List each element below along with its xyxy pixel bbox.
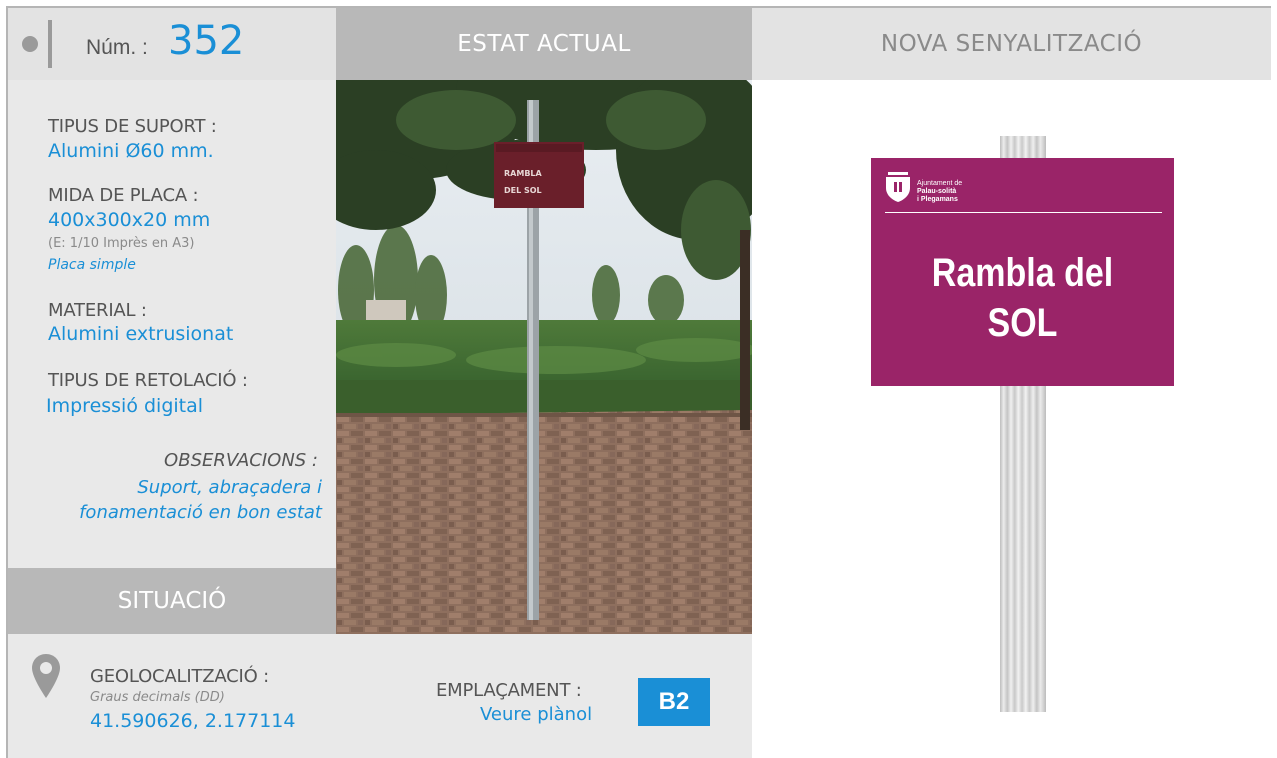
geolocation-format: Graus decimals (DD) [90, 690, 225, 705]
placement-map-link[interactable]: Veure plànol [480, 704, 592, 725]
current-state-header: ESTAT ACTUAL [336, 8, 752, 80]
new-sign-plate: Ajuntament de Palau-solità i Plegamans R… [871, 158, 1174, 386]
placement-label: EMPLAÇAMENT : [436, 680, 582, 701]
plate-divider [885, 212, 1162, 213]
new-sign-area: Ajuntament de Palau-solità i Plegamans R… [752, 80, 1271, 758]
location-bar: GEOLOCALITZACIÓ : Graus decimals (DD) 41… [8, 634, 752, 758]
bullet-dot-icon [22, 36, 38, 52]
divider-bar [48, 20, 52, 68]
new-signage-header: NOVA SENYALITZACIÓ [752, 8, 1271, 80]
specs-panel: TIPUS DE SUPORT : Alumini Ø60 mm. MIDA D… [8, 80, 336, 568]
number-label: Núm. : [86, 36, 148, 59]
plate-size-value: 400x300x20 mm [48, 209, 211, 231]
material-value: Alumini extrusionat [48, 323, 234, 345]
placement-code: B2 [658, 688, 690, 715]
observations-line-2: fonamentació en bon estat [79, 502, 322, 523]
observations-line-1: Suport, abraçadera i [137, 477, 322, 498]
current-state-title: ESTAT ACTUAL [457, 31, 631, 57]
plate-size-label: MIDA DE PLACA : [48, 185, 199, 206]
street-name-line-2: SOL [987, 301, 1058, 345]
lettering-value: Impressió digital [46, 395, 204, 417]
map-pin-icon [32, 654, 60, 698]
coordinates-value: 41.590626, 2.177114 [90, 710, 296, 732]
new-signage-title: NOVA SENYALITZACIÓ [880, 31, 1143, 57]
material-label: MATERIAL : [48, 300, 147, 321]
placement-code-badge: B2 [638, 678, 710, 726]
organization-name: Ajuntament de Palau-solità i Plegamans [917, 180, 962, 204]
observations-label: OBSERVACIONS : [164, 450, 318, 471]
sheet-number-header: Núm. : 352 [8, 8, 336, 80]
plate-type: Placa simple [48, 257, 136, 273]
situation-header: SITUACIÓ [8, 568, 336, 634]
lettering-label: TIPUS DE RETOLACIÓ : [48, 370, 248, 391]
old-sign-text-1: RAMBLA [504, 169, 543, 178]
street-name: Rambla del SOL [894, 248, 1152, 348]
situation-title: SITUACIÓ [117, 588, 227, 614]
current-state-photo: RAMBLA DEL SOL [336, 80, 752, 634]
support-type-value: Alumini Ø60 mm. [48, 140, 214, 162]
organization-line-1: Ajuntament de [917, 180, 963, 187]
organization-line-2: Palau-solità [917, 188, 957, 195]
geolocation-label: GEOLOCALITZACIÓ : [90, 666, 270, 687]
photo-illustration: RAMBLA DEL SOL [336, 80, 752, 634]
number-value: 352 [168, 18, 245, 64]
old-sign-text-2: DEL SOL [504, 186, 542, 195]
organization-line-3: i Plegamans [917, 196, 958, 203]
plate-size-scale: (E: 1/10 Imprès en A3) [48, 236, 195, 251]
support-type-label: TIPUS DE SUPORT : [48, 116, 217, 137]
municipal-crest-icon [886, 172, 910, 202]
street-name-line-1: Rambla del [931, 251, 1114, 295]
